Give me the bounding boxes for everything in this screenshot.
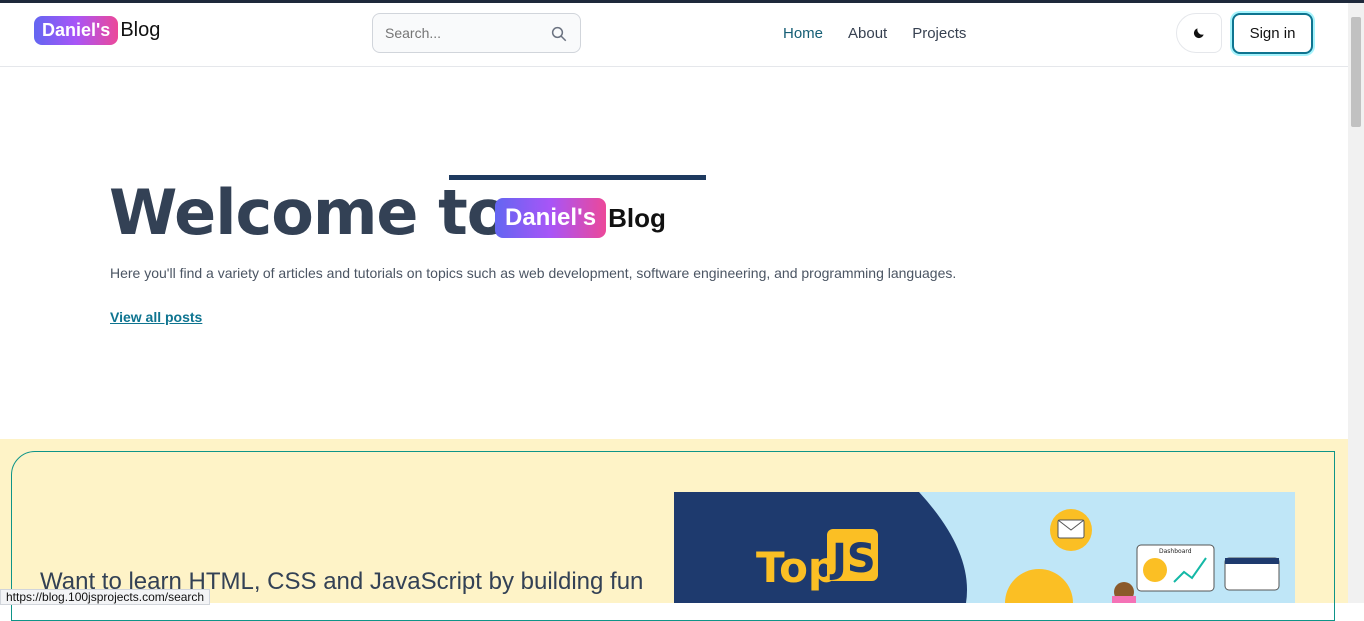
nav-projects[interactable]: Projects [912,25,966,42]
hero-description: Here you'll find a variety of articles a… [110,265,957,281]
page-scrollbar[interactable] [1348,3,1364,603]
search-icon[interactable] [550,25,568,43]
promo-image-top-text: Top [756,543,838,592]
navbar: Daniel's Blog Home About Projects Sign i… [0,3,1348,67]
hero-logo: Daniel's Blog [495,198,666,238]
search-input[interactable] [383,24,547,42]
promo-illustration: Top JS Dashboard [674,492,1280,603]
sign-in-button[interactable]: Sign in [1232,13,1313,54]
hero-title: Welcome to [109,176,509,249]
hero-accent-bar [449,175,706,180]
nav-home[interactable]: Home [783,25,823,42]
promo-image-dashboard-label: Dashboard [1159,548,1192,555]
theme-toggle-button[interactable] [1176,13,1222,53]
hero-logo-badge: Daniel's [495,198,607,238]
logo-badge: Daniel's [34,16,119,45]
hero-logo-text: Blog [608,202,666,233]
logo-text: Blog [120,19,161,41]
nav-about[interactable]: About [848,25,887,42]
main-nav: Home About Projects [783,25,991,42]
search-box[interactable] [372,13,581,53]
promo-image[interactable]: Top JS Dashboard [674,492,1295,603]
view-all-posts-link[interactable]: View all posts [110,309,202,325]
moon-icon [1193,28,1204,39]
scrollbar-thumb[interactable] [1351,17,1361,127]
site-logo[interactable]: Daniel's Blog [34,16,160,45]
promo-image-js-text: JS [829,536,876,582]
